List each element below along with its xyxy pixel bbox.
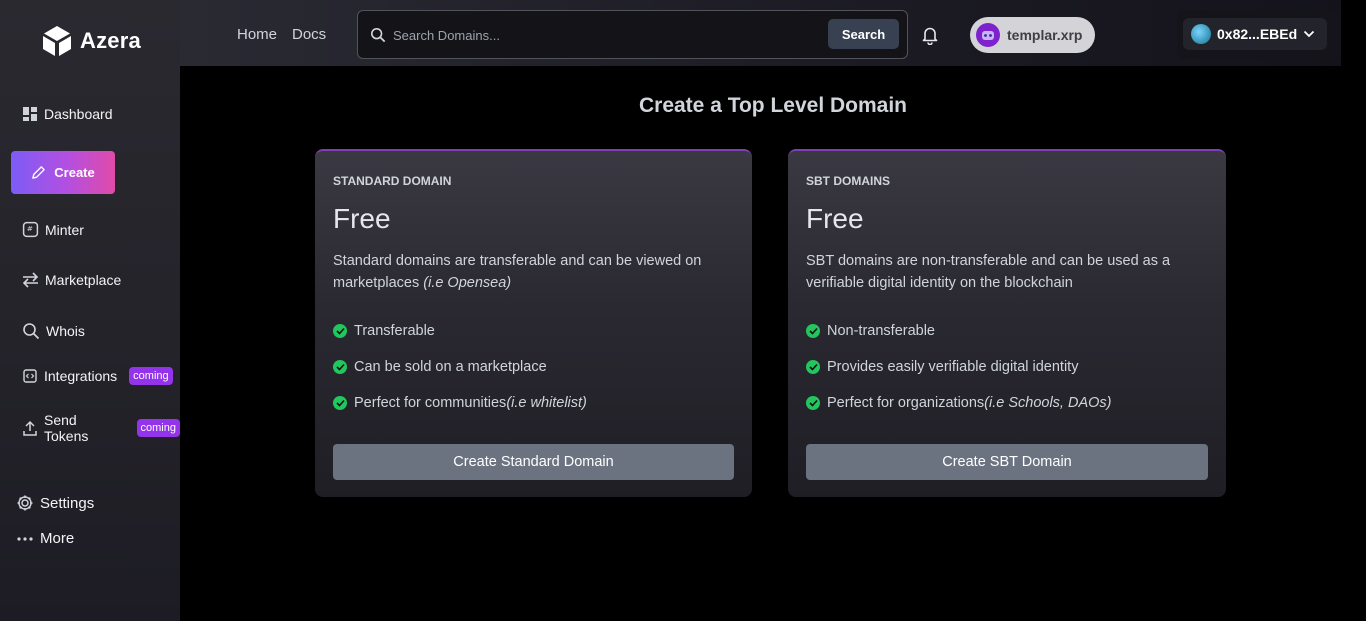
chevron-down-icon: [1304, 30, 1315, 38]
bell-icon[interactable]: [921, 25, 939, 45]
search-button[interactable]: Search: [828, 19, 899, 49]
sidebar-item-label: Send Tokens: [44, 412, 89, 444]
sidebar-item-marketplace[interactable]: Marketplace: [22, 272, 121, 288]
brand-name: Azera: [80, 28, 141, 53]
create-standard-domain-button[interactable]: Create Standard Domain: [333, 444, 734, 480]
sidebar-item-label: Integrations: [44, 368, 118, 384]
upload-icon: [23, 420, 37, 436]
card-price: Free: [333, 203, 391, 234]
brand-logo[interactable]: Azera: [40, 24, 141, 58]
sidebar-item-label: Minter: [45, 221, 84, 238]
card-description-note: (i.e Opensea): [423, 275, 512, 291]
search-bar: Search: [357, 10, 908, 59]
sidebar-item-whois[interactable]: Whois: [22, 322, 85, 340]
search-icon: [23, 323, 40, 340]
wallet-avatar: [1191, 24, 1211, 44]
check-circle-icon: [806, 396, 820, 410]
sidebar-item-minter[interactable]: # Minter: [22, 221, 84, 238]
check-circle-icon: [806, 360, 820, 374]
feature-note: (i.e Schools, DAOs): [984, 395, 1112, 411]
dots-icon: [17, 536, 33, 541]
sidebar-item-send-tokens[interactable]: Send Tokens coming: [22, 412, 180, 444]
feature-item: Non-transferable: [806, 323, 935, 339]
pencil-icon: [32, 166, 46, 179]
feature-main-text: Perfect for communities: [354, 395, 507, 411]
card-description: SBT domains are non-transferable and can…: [806, 253, 1171, 291]
coming-badge: coming: [129, 367, 173, 385]
sidebar-item-label: More: [40, 530, 75, 547]
feature-item: Perfect for organizations(i.e Schools, D…: [806, 395, 1112, 411]
wallet-button[interactable]: 0x82...EBEd: [1183, 18, 1327, 50]
wallet-address: 0x82...EBEd: [1217, 26, 1298, 42]
card-label: STANDARD DOMAIN: [333, 174, 452, 188]
feature-item: Provides easily verifiable digital ident…: [806, 359, 1078, 375]
sidebar-item-more[interactable]: More: [16, 530, 74, 547]
avatar: [976, 23, 1000, 47]
card-description-text: Standard domains are transferable and ca…: [333, 253, 702, 291]
gear-icon: [17, 495, 33, 511]
card-label: SBT DOMAINS: [806, 174, 890, 188]
sidebar-item-label: Marketplace: [45, 272, 122, 288]
feature-text: Can be sold on a marketplace: [354, 359, 547, 375]
feature-text: Provides easily verifiable digital ident…: [827, 359, 1079, 375]
check-circle-icon: [333, 324, 347, 338]
standard-domain-card: STANDARD DOMAIN Free Standard domains ar…: [315, 149, 752, 497]
sidebar-item-create[interactable]: Create: [11, 151, 115, 194]
sidebar-item-label: Whois: [46, 323, 85, 339]
search-icon: [370, 27, 386, 43]
sidebar-item-integrations[interactable]: Integrations coming: [22, 367, 173, 385]
feature-note: (i.e whitelist): [506, 395, 587, 411]
feature-text: Non-transferable: [827, 323, 935, 339]
minter-icon: #: [22, 221, 39, 238]
user-name: templar.xrp: [1007, 27, 1083, 43]
sidebar-item-label: Settings: [40, 494, 95, 512]
create-sbt-domain-button[interactable]: Create SBT Domain: [806, 444, 1208, 480]
feature-text: Transferable: [354, 323, 435, 339]
search-input[interactable]: [393, 24, 813, 46]
card-price: Free: [806, 203, 864, 234]
feature-main-text: Perfect for organizations: [827, 395, 985, 411]
wallet-container: 0x82...EBEd: [1177, 10, 1341, 59]
check-circle-icon: [333, 396, 347, 410]
check-circle-icon: [806, 324, 820, 338]
svg-text:#: #: [27, 224, 33, 233]
code-icon: [23, 369, 37, 383]
nav-link-home[interactable]: Home: [237, 26, 277, 43]
feature-text: Perfect for organizations(i.e Schools, D…: [827, 395, 1112, 411]
coming-badge: coming: [136, 419, 180, 437]
top-header: Home Docs Search templar.xrp 0x82...EBEd: [180, 0, 1341, 66]
azera-logo-icon: [43, 26, 71, 56]
sidebar: Azera Dashboard Create # Minter Marketpl…: [0, 0, 180, 621]
user-profile-button[interactable]: templar.xrp: [970, 17, 1095, 53]
sidebar-item-settings[interactable]: Settings: [16, 494, 94, 512]
feature-item: Transferable: [333, 323, 435, 339]
sidebar-item-label: Dashboard: [44, 106, 113, 122]
dashboard-icon: [23, 107, 37, 121]
card-description: Standard domains are transferable and ca…: [333, 250, 733, 294]
nav-link-docs[interactable]: Docs: [292, 26, 326, 43]
page-title: Create a Top Level Domain: [638, 94, 908, 117]
sidebar-item-dashboard[interactable]: Dashboard: [22, 106, 113, 122]
sbt-domain-card: SBT DOMAINS Free SBT domains are non-tra…: [788, 149, 1226, 497]
sidebar-item-label: Create: [54, 165, 95, 180]
check-circle-icon: [333, 360, 347, 374]
swap-arrows-icon: [22, 272, 39, 288]
feature-item: Perfect for communities(i.e whitelist): [333, 395, 587, 411]
feature-text: Perfect for communities(i.e whitelist): [354, 395, 587, 411]
feature-item: Can be sold on a marketplace: [333, 359, 547, 375]
robot-icon: [982, 31, 994, 40]
